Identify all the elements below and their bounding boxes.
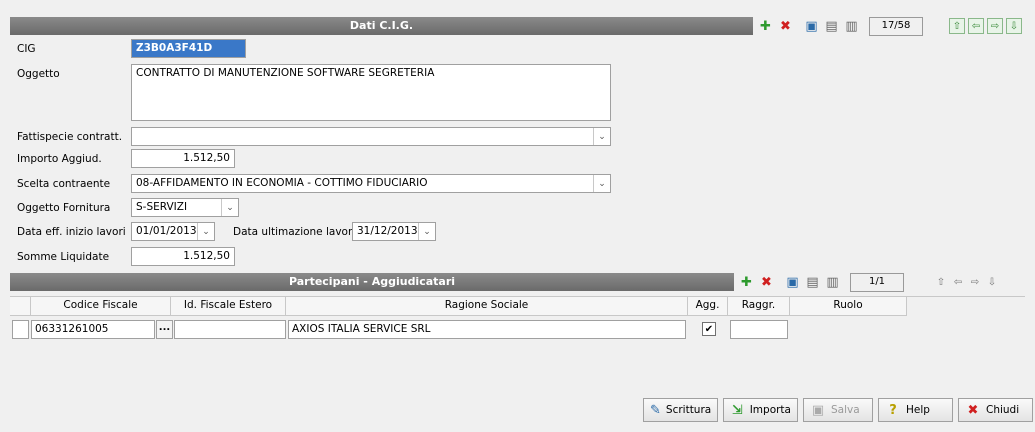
grid-header-rowselector: [10, 297, 31, 316]
table-row[interactable]: 06331261005 ... AXIOS ITALIA SERVICE SRL…: [10, 318, 910, 340]
cig-input[interactable]: Z3B0A3F41D: [131, 39, 246, 58]
scelta-value: 08-AFFIDAMENTO IN ECONOMIA - COTTIMO FID…: [136, 177, 428, 189]
calendar-dropdown-icon[interactable]: ⌄: [418, 223, 435, 240]
write-icon: ✎: [650, 402, 661, 418]
first-record-icon[interactable]: ⇧: [934, 275, 948, 289]
chiudi-label: Chiudi: [986, 404, 1020, 416]
cig-section-title: Dati C.I.G.: [10, 17, 753, 35]
cig-label: CIG: [17, 43, 36, 55]
partecipanti-toolbar: ✚ ✖ ▣ ▤ ▥ 1/1 ⇧ ⇦ ⇨ ⇩: [734, 272, 1035, 292]
help-button[interactable]: ? Help: [878, 398, 953, 422]
scelta-select[interactable]: 08-AFFIDAMENTO IN ECONOMIA - COTTIMO FID…: [131, 174, 611, 193]
cell-codice-fiscale[interactable]: 06331261005: [31, 320, 155, 339]
oggetto-label: Oggetto: [17, 68, 60, 80]
delete-icon[interactable]: ✖: [758, 274, 775, 291]
data-fine-label: Data ultimazione lavori: [233, 226, 356, 238]
prev-record-icon[interactable]: ⇦: [968, 18, 984, 34]
col-header-ragione-sociale[interactable]: Ragione Sociale: [286, 297, 688, 316]
last-record-icon[interactable]: ⇩: [1006, 18, 1022, 34]
print-preview-icon[interactable]: ▣: [784, 274, 801, 291]
oggetto-textarea[interactable]: CONTRATTO DI MANUTENZIONE SOFTWARE SEGRE…: [131, 64, 611, 121]
cig-toolbar: ✚ ✖ ▣ ▤ ▥ 17/58 ⇧ ⇦ ⇨ ⇩: [753, 16, 1035, 36]
lookup-button[interactable]: ...: [156, 320, 173, 339]
somme-label: Somme Liquidate: [17, 251, 110, 263]
salva-button[interactable]: ▣ Salva: [803, 398, 873, 422]
cell-id-fiscale-estero[interactable]: [174, 320, 286, 339]
chevron-down-icon[interactable]: ⌄: [593, 128, 610, 145]
scrittura-label: Scrittura: [665, 404, 712, 416]
chiudi-button[interactable]: ✖ Chiudi: [958, 398, 1033, 422]
data-fine-picker[interactable]: 31/12/2013 ⌄: [352, 222, 436, 241]
importa-label: Importa: [749, 404, 791, 416]
first-record-icon[interactable]: ⇧: [949, 18, 965, 34]
agg-checkbox[interactable]: ✔: [702, 322, 716, 336]
print-preview-icon[interactable]: ▣: [803, 18, 820, 35]
next-record-icon[interactable]: ⇨: [968, 275, 982, 289]
print-all-icon[interactable]: ▥: [843, 18, 860, 35]
col-header-codice-fiscale[interactable]: Codice Fiscale: [31, 297, 171, 316]
add-icon[interactable]: ✚: [757, 18, 774, 35]
salva-label: Salva: [831, 404, 860, 416]
col-header-agg[interactable]: Agg.: [688, 297, 728, 316]
fornitura-value: S-SERVIZI: [136, 201, 188, 213]
data-inizio-picker[interactable]: 01/01/2013 ⌄: [131, 222, 215, 241]
scelta-label: Scelta contraente: [17, 178, 111, 190]
calendar-dropdown-icon[interactable]: ⌄: [197, 223, 214, 240]
fornitura-label: Oggetto Fornitura: [17, 202, 111, 214]
record-counter: 1/1: [850, 272, 904, 292]
data-fine-value: 31/12/2013: [357, 225, 418, 237]
cell-ruolo: [792, 320, 907, 339]
last-record-icon[interactable]: ⇩: [985, 275, 999, 289]
help-label: Help: [906, 404, 930, 416]
data-inizio-label: Data eff. inizio lavori: [17, 226, 126, 238]
fattispecie-select[interactable]: ⌄: [131, 127, 611, 146]
print-icon[interactable]: ▤: [804, 274, 821, 291]
record-counter: 17/58: [869, 16, 923, 36]
cig-header-strip: [0, 0, 1035, 10]
importo-label: Importo Aggiud.: [17, 153, 102, 165]
data-inizio-value: 01/01/2013: [136, 225, 197, 237]
cell-raggr[interactable]: [730, 320, 788, 339]
close-icon: ✖: [967, 402, 979, 418]
importo-input[interactable]: 1.512,50: [131, 149, 235, 168]
scrittura-button[interactable]: ✎ Scrittura: [643, 398, 718, 422]
delete-icon[interactable]: ✖: [777, 18, 794, 35]
somme-input[interactable]: 1.512,50: [131, 247, 235, 266]
fornitura-select[interactable]: S-SERVIZI ⌄: [131, 198, 239, 217]
row-selector[interactable]: [12, 320, 29, 339]
save-icon: ▣: [811, 402, 825, 418]
help-icon: ?: [889, 402, 897, 418]
add-icon[interactable]: ✚: [738, 274, 755, 291]
chevron-down-icon[interactable]: ⌄: [593, 175, 610, 192]
fattispecie-label: Fattispecie contratt.: [17, 131, 123, 143]
chevron-down-icon[interactable]: ⌄: [221, 199, 238, 216]
importa-button[interactable]: ⇲ Importa: [723, 398, 798, 422]
prev-record-icon[interactable]: ⇦: [951, 275, 965, 289]
col-header-raggr[interactable]: Raggr.: [728, 297, 790, 316]
partecipanti-section-title: Partecipani - Aggiudicatari: [10, 273, 734, 291]
import-icon: ⇲: [731, 402, 743, 418]
col-header-ruolo[interactable]: Ruolo: [790, 297, 907, 316]
cell-ragione-sociale[interactable]: AXIOS ITALIA SERVICE SRL: [288, 320, 686, 339]
next-record-icon[interactable]: ⇨: [987, 18, 1003, 34]
print-icon[interactable]: ▤: [823, 18, 840, 35]
print-all-icon[interactable]: ▥: [824, 274, 841, 291]
col-header-id-fiscale-estero[interactable]: Id. Fiscale Estero: [171, 297, 286, 316]
